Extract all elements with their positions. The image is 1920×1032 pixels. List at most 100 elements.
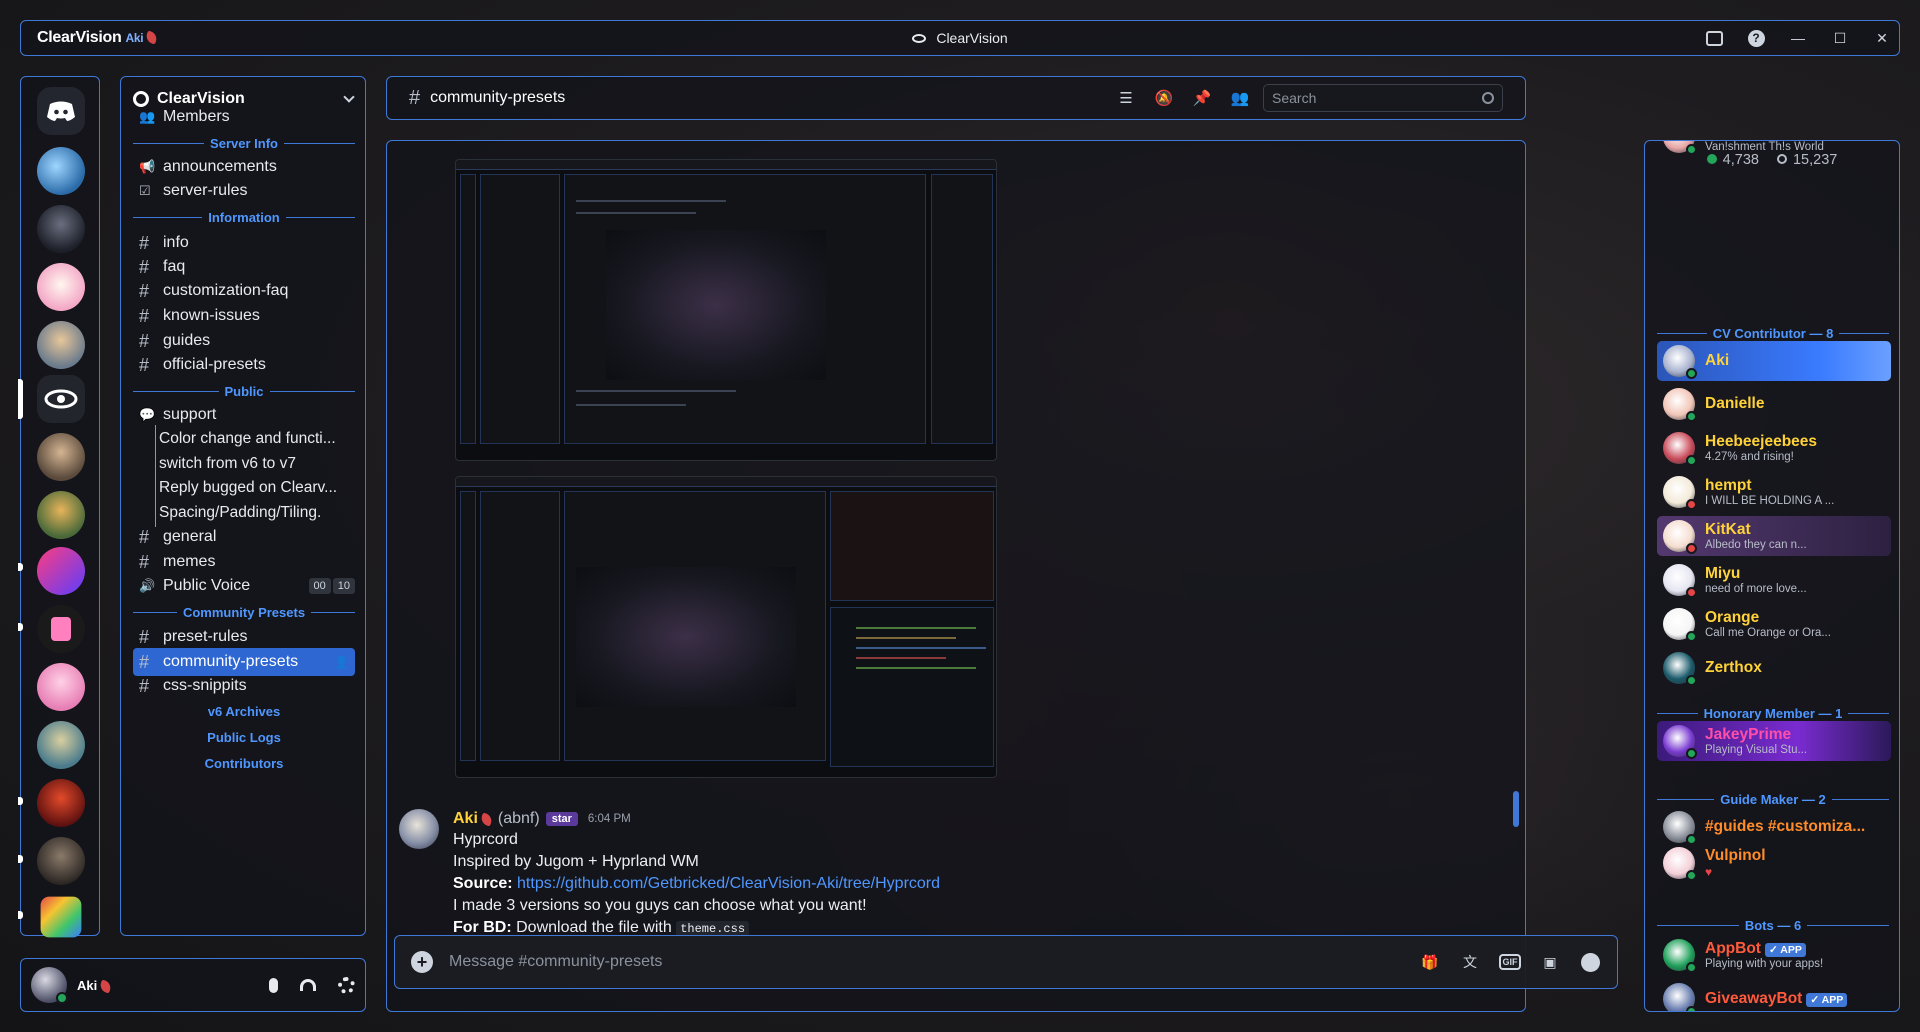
member-list-button[interactable]: 👥 <box>1230 89 1250 107</box>
channel-item[interactable]: # official-presets <box>133 351 355 379</box>
thread-item[interactable]: Reply bugged on Clearv... <box>133 474 355 502</box>
member-name: JakeyPrime <box>1705 726 1792 743</box>
translate-button[interactable]: 文 <box>1459 952 1481 972</box>
member-name: Zerthox <box>1705 659 1762 676</box>
hash-icon: # <box>139 256 150 277</box>
discord-icon <box>47 101 75 121</box>
scrollbar[interactable] <box>1513 791 1519 827</box>
channel-item[interactable]: # known-issues <box>133 302 355 330</box>
message-author[interactable]: Aki <box>453 810 478 828</box>
maximize-button[interactable]: ☐ <box>1831 29 1849 47</box>
member-item[interactable]: Leozard ★Van!shment Th!s World <box>1657 141 1891 157</box>
members-icon: 👥 <box>1230 90 1250 107</box>
channel-item[interactable]: 🔊 Public Voice 00 10 <box>133 572 355 600</box>
message-input[interactable]: Message #community-presets <box>449 953 662 971</box>
server-icon[interactable] <box>37 147 85 195</box>
sparkle-icon <box>479 811 494 827</box>
server-icon[interactable] <box>37 721 85 769</box>
server-icon[interactable] <box>37 321 85 369</box>
category-label: Public Logs <box>207 729 281 745</box>
server-icon[interactable] <box>37 205 85 253</box>
attach-button[interactable]: + <box>411 951 433 973</box>
server-icon[interactable] <box>40 896 82 938</box>
channel-item[interactable]: # css-snippits <box>133 672 355 700</box>
search-input[interactable]: Search <box>1263 84 1503 112</box>
member-item[interactable]: AppBot ✓ APP Playing with your apps! <box>1657 935 1891 975</box>
close-button[interactable]: ✕ <box>1873 29 1891 47</box>
channel-item[interactable]: # customization-faq <box>133 277 355 305</box>
bell-slash-icon: 🔕 <box>1154 90 1174 107</box>
member-name: Heebeejeebees <box>1705 433 1818 450</box>
source-link[interactable]: https://github.com/Getbricked/ClearVisio… <box>517 875 940 892</box>
member-name: AppBot <box>1705 940 1761 957</box>
member-status: 4.27% and rising! <box>1705 451 1794 463</box>
gif-button[interactable]: GIF <box>1499 954 1521 970</box>
member-item[interactable]: Zerthox <box>1657 648 1891 688</box>
member-name: GiveawayBot <box>1705 990 1803 1007</box>
avatar[interactable] <box>31 967 68 1004</box>
attachment-image[interactable] <box>455 476 997 778</box>
server-icon[interactable] <box>37 491 85 539</box>
home-button[interactable] <box>37 87 85 135</box>
server-icon[interactable] <box>37 779 85 827</box>
invite-icon[interactable]: 👤 <box>334 655 349 669</box>
member-item[interactable]: hempt I WILL BE HOLDING A ... <box>1657 472 1891 512</box>
member-item[interactable]: #guides #customiza... <box>1657 807 1891 847</box>
channel-item[interactable]: 👥 Members <box>133 103 355 131</box>
mute-channel-button[interactable]: 🔕 <box>1154 89 1174 107</box>
deafen-button[interactable] <box>300 979 316 991</box>
channel-label: server-rules <box>163 182 248 199</box>
server-icon[interactable] <box>37 547 85 595</box>
member-item[interactable]: JakeyPrime Playing Visual Stu... <box>1657 721 1891 761</box>
server-icon[interactable] <box>37 433 85 481</box>
channel-label: Public Voice <box>163 577 251 594</box>
help-button[interactable]: ? <box>1747 29 1765 47</box>
minimize-button[interactable]: — <box>1789 29 1807 47</box>
thread-item[interactable]: Color change and functi... <box>133 425 355 453</box>
settings-button[interactable] <box>338 976 355 994</box>
server-icon[interactable] <box>37 837 85 885</box>
server-icon[interactable] <box>37 263 85 311</box>
category-header[interactable]: Public Logs <box>133 727 355 747</box>
member-status: I WILL BE HOLDING A ... <box>1705 495 1835 507</box>
server-icon[interactable] <box>37 605 85 653</box>
server-icon[interactable] <box>37 663 85 711</box>
channel-item[interactable]: # general <box>133 523 355 551</box>
channel-header: # community-presets ☰ 🔕 📌 👥 Search <box>386 76 1526 120</box>
server-clearvision[interactable] <box>37 375 85 423</box>
channel-label: faq <box>163 258 186 275</box>
member-item[interactable]: Orange Call me Orange or Ora... <box>1657 604 1891 644</box>
inbox-button[interactable] <box>1705 29 1723 47</box>
category-header[interactable]: Server Info <box>133 133 355 153</box>
mute-button[interactable] <box>269 977 278 993</box>
category-header[interactable]: Contributors <box>133 753 355 773</box>
attachment-image[interactable] <box>455 159 997 461</box>
unread-pip <box>18 855 23 863</box>
sticker-button[interactable]: ▣ <box>1539 952 1561 972</box>
active-server-pip <box>18 379 23 419</box>
member-group-header: Honorary Member — 1 <box>1657 703 1889 723</box>
search-icon <box>1482 92 1494 104</box>
category-header[interactable]: Public <box>133 381 355 401</box>
gift-button[interactable]: 🎁 <box>1419 952 1441 972</box>
message-line: I made 3 versions so you guys can choose… <box>453 897 867 914</box>
member-item[interactable]: Miyu need of more love... <box>1657 560 1891 600</box>
threads-button[interactable]: ☰ <box>1117 89 1135 107</box>
member-item[interactable]: GiveawayBot ✓ APP <box>1657 979 1891 1011</box>
user-panel: Aki <box>20 958 366 1012</box>
member-item[interactable]: KitKat Albedo they can n... <box>1657 516 1891 556</box>
channel-item[interactable]: # preset-rules <box>133 623 355 651</box>
member-item[interactable]: Aki <box>1657 341 1891 381</box>
category-header[interactable]: Information <box>133 207 355 227</box>
pins-button[interactable]: 📌 <box>1193 89 1212 107</box>
member-item[interactable]: Danielle <box>1657 384 1891 424</box>
channel-label: guides <box>163 332 211 349</box>
emoji-button[interactable] <box>1579 952 1601 972</box>
member-item[interactable]: Vulpinol ♥ <box>1657 843 1891 883</box>
category-header[interactable]: Community Presets <box>133 602 355 622</box>
category-header[interactable]: v6 Archives <box>133 701 355 721</box>
avatar[interactable] <box>399 809 439 849</box>
member-item[interactable]: Heebeejeebees 4.27% and rising! <box>1657 428 1891 468</box>
channel-item[interactable]: ☑ server-rules <box>133 177 355 205</box>
hash-icon: # <box>139 526 150 547</box>
